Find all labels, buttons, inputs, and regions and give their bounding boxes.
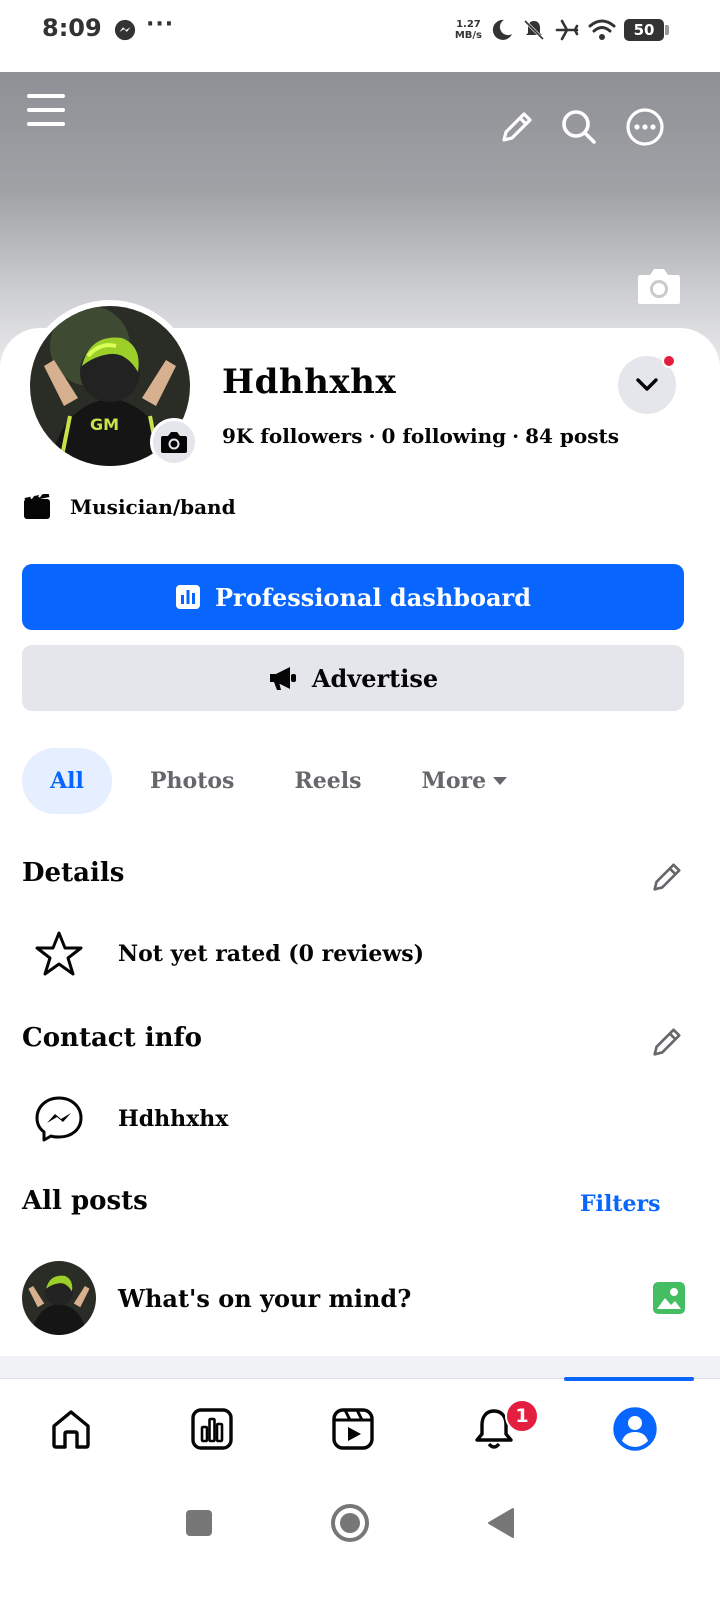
battery-indicator: 50 bbox=[624, 19, 669, 41]
advertise-button[interactable]: Advertise bbox=[22, 645, 684, 711]
feed-divider bbox=[0, 1356, 720, 1378]
status-time: 8:09 bbox=[42, 14, 102, 42]
pencil-icon bbox=[653, 1028, 681, 1056]
professional-dashboard-label: Professional dashboard bbox=[215, 582, 531, 612]
home-icon bbox=[51, 1410, 90, 1449]
bar-chart-icon bbox=[176, 585, 200, 609]
airplane-mode-icon bbox=[555, 19, 579, 41]
camera-icon bbox=[161, 432, 187, 453]
status-more-dots: ··· bbox=[146, 12, 175, 37]
profile-stats: 9K followers · 0 following · 84 posts bbox=[222, 424, 620, 448]
photo-icon[interactable] bbox=[652, 1281, 686, 1315]
ellipsis-circle-icon bbox=[626, 108, 664, 146]
edit-profile-button[interactable] bbox=[496, 108, 536, 148]
tab-all[interactable]: All bbox=[22, 748, 112, 814]
following-count[interactable]: 0 following bbox=[381, 424, 506, 448]
reels-icon bbox=[331, 1408, 374, 1450]
posts-count: 84 posts bbox=[525, 424, 620, 448]
square-icon bbox=[186, 1510, 212, 1536]
nav-notifications[interactable]: 1 bbox=[423, 1379, 564, 1479]
wifi-icon bbox=[588, 19, 616, 40]
megaphone-icon bbox=[269, 667, 296, 690]
network-speed: 1.27 MB/s bbox=[454, 19, 482, 41]
pencil-icon bbox=[502, 112, 532, 142]
tab-photos[interactable]: Photos bbox=[128, 748, 256, 814]
camera-icon bbox=[638, 269, 680, 304]
nav-profile[interactable] bbox=[564, 1377, 705, 1479]
muted-bell-icon bbox=[523, 19, 545, 41]
bottom-navigation: 1 bbox=[0, 1377, 720, 1479]
edit-profile-picture-button[interactable] bbox=[150, 418, 198, 466]
clapperboard-icon bbox=[24, 494, 50, 519]
pencil-icon bbox=[653, 863, 681, 891]
status-bar: 8:09 ··· 1.27 MB/s 50 bbox=[0, 0, 720, 72]
details-heading: Details bbox=[22, 858, 125, 888]
system-navigation-bar bbox=[0, 1478, 720, 1600]
messenger-contact-row[interactable]: Hdhhxhx bbox=[34, 1095, 228, 1143]
messenger-contact-name: Hdhhxhx bbox=[118, 1106, 229, 1132]
hamburger-menu-icon bbox=[27, 94, 65, 126]
edit-contact-info-button[interactable] bbox=[646, 1023, 686, 1063]
back-triangle-icon bbox=[488, 1508, 514, 1538]
notification-badge: 1 bbox=[505, 1399, 539, 1433]
nav-home[interactable] bbox=[0, 1379, 141, 1479]
profile-switcher-button[interactable] bbox=[618, 354, 676, 414]
advertise-label: Advertise bbox=[311, 663, 439, 693]
composer-placeholder[interactable]: What's on your mind? bbox=[118, 1284, 652, 1313]
post-composer[interactable]: What's on your mind? bbox=[22, 1260, 702, 1336]
search-icon bbox=[562, 110, 596, 144]
search-button[interactable] bbox=[558, 106, 600, 148]
rating-text: Not yet rated (0 reviews) bbox=[118, 941, 425, 967]
contact-info-heading: Contact info bbox=[22, 1023, 202, 1053]
caret-down-icon bbox=[493, 777, 508, 785]
rating-row[interactable]: Not yet rated (0 reviews) bbox=[34, 930, 424, 978]
tab-more[interactable]: More bbox=[399, 748, 530, 814]
professional-dashboard-button[interactable]: Professional dashboard bbox=[22, 564, 684, 630]
recent-apps-button[interactable] bbox=[174, 1500, 224, 1546]
more-options-button[interactable] bbox=[624, 106, 666, 148]
notification-dot bbox=[662, 354, 676, 368]
messenger-notification-icon bbox=[114, 19, 136, 41]
back-button[interactable] bbox=[476, 1500, 526, 1546]
messenger-icon bbox=[35, 1096, 83, 1142]
nav-dashboard[interactable] bbox=[141, 1379, 282, 1479]
chevron-down-icon bbox=[636, 378, 658, 391]
star-icon bbox=[35, 931, 83, 976]
content-tabs: All Photos Reels More bbox=[22, 748, 530, 814]
page-category: Musician/band bbox=[22, 494, 236, 520]
profile-name: Hdhhxhx bbox=[222, 362, 397, 402]
edit-details-button[interactable] bbox=[646, 858, 686, 898]
dashboard-icon bbox=[190, 1408, 233, 1450]
composer-avatar bbox=[22, 1261, 96, 1335]
home-system-button[interactable] bbox=[325, 1500, 375, 1546]
category-label: Musician/band bbox=[70, 495, 236, 519]
nav-reels[interactable] bbox=[282, 1379, 423, 1479]
tab-reels[interactable]: Reels bbox=[272, 748, 383, 814]
profile-icon bbox=[612, 1407, 657, 1451]
menu-button[interactable] bbox=[22, 90, 70, 130]
svg-text:GM: GM bbox=[90, 415, 119, 434]
filters-link[interactable]: Filters bbox=[580, 1191, 660, 1217]
status-icons: 1.27 MB/s 50 bbox=[454, 14, 669, 46]
followers-count[interactable]: 9K followers bbox=[222, 424, 362, 448]
edit-cover-photo-button[interactable] bbox=[636, 266, 682, 306]
all-posts-heading: All posts bbox=[22, 1186, 148, 1216]
circle-home-icon bbox=[331, 1504, 369, 1542]
do-not-disturb-moon-icon bbox=[492, 19, 512, 40]
